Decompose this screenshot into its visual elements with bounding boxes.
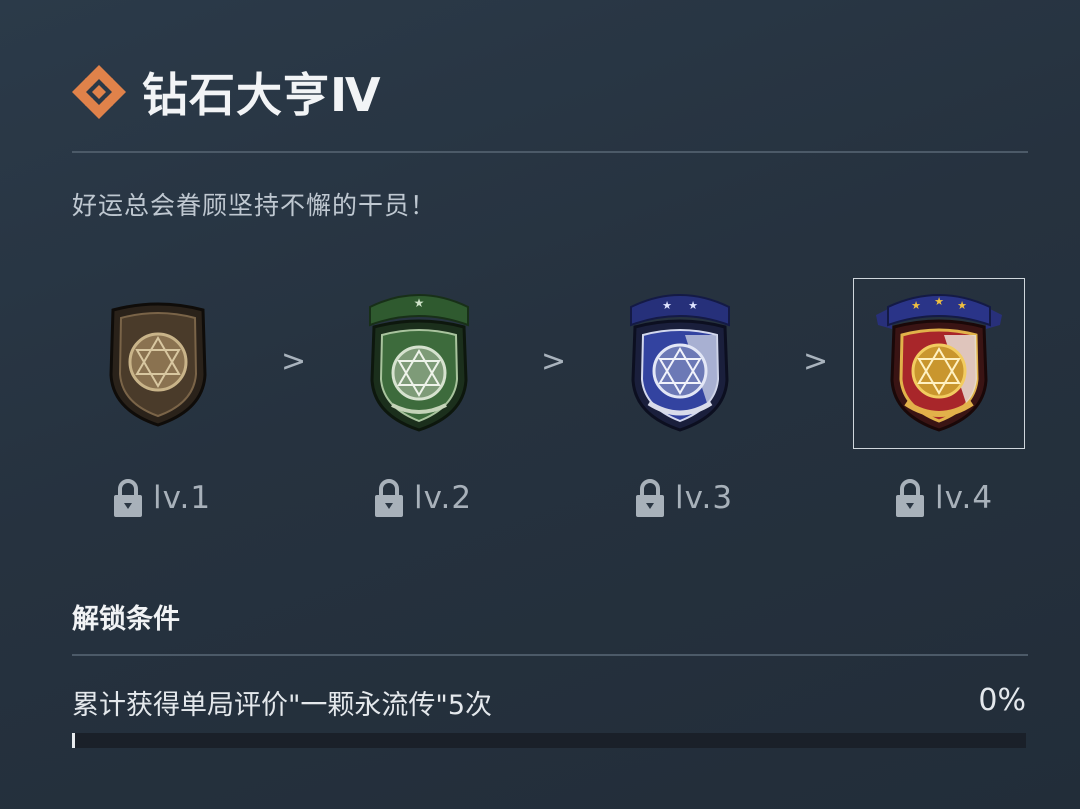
brown-shield-badge[interactable] [93,290,223,440]
progress-percent: 0% [978,683,1026,718]
level-label: lv.3 [675,480,734,516]
divider [72,151,1028,153]
svg-text:★: ★ [934,295,944,308]
separator-2: > [541,344,567,379]
unlock-section-title: 解锁条件 [72,604,180,635]
level-label: lv.1 [153,480,212,516]
svg-text:★: ★ [911,299,921,312]
separator-1: > [281,344,307,379]
level-label: lv.2 [414,480,473,516]
level-3: lv.3 [635,477,733,519]
progress-bar-start-marker [72,733,75,748]
level-2: lv.2 [374,477,472,519]
level-1: lv.1 [113,477,211,519]
svg-text:★: ★ [414,296,425,310]
lock-icon [636,479,664,517]
green-shield-badge[interactable]: ★ [354,285,484,435]
level-label: lv.4 [935,480,994,516]
svg-text:★: ★ [662,299,672,312]
red-gold-shield-badge[interactable]: ★ ★ ★ [874,285,1004,435]
svg-text:★: ★ [957,299,967,312]
lock-icon [896,479,924,517]
divider [72,654,1028,656]
lock-icon [375,479,403,517]
progress-bar [72,733,1026,748]
diamond-emblem-icon [72,65,126,119]
page-title: 钻石大亨Ⅳ [142,68,382,122]
subtitle: 好运总会眷顾坚持不懈的干员！ [72,191,437,220]
header: 钻石大亨Ⅳ [70,62,382,122]
unlock-condition-text: 累计获得单局评价"一颗永流传"5次 [72,690,493,721]
separator-3: > [803,344,829,379]
level-4: lv.4 [895,477,993,519]
svg-text:★: ★ [688,299,698,312]
blue-shield-badge[interactable]: ★ ★ [615,285,745,435]
lock-icon [114,479,142,517]
